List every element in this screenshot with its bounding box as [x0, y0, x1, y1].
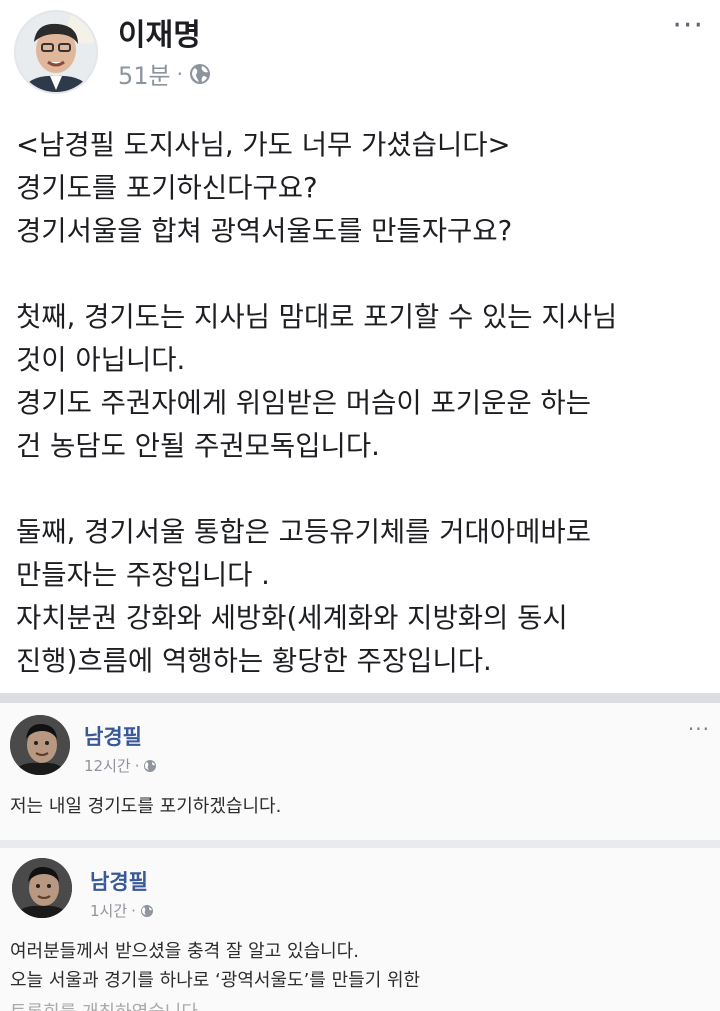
post-line: 경기도 주권자에게 위임받은 머슴이 포기운운 하는	[16, 387, 592, 419]
meta-separator: ·	[176, 61, 183, 86]
shared-author-name[interactable]: 남경필	[84, 721, 142, 751]
shared-post-text: 오늘 서울과 경기를 하나로 ‘광역서울도’를 만들기 위한	[10, 970, 421, 991]
shared-post-1: 남경필 12시간 · ··· 저는 내일 경기도를 포기하겠습니다.	[0, 703, 720, 840]
shared-post-2: 남경필 1시간 · 여러분들께서 받으셨을 충격 잘 알고 있습니다. 오늘 서…	[0, 848, 720, 1011]
post-line: 경기도를 포기하신다구요?	[16, 172, 318, 204]
post-line: 것이 아닙니다.	[16, 344, 186, 376]
more-options-button[interactable]: ···	[672, 8, 704, 43]
post-line: 진행)흐름에 역행하는 황당한 주장입니다.	[16, 645, 492, 677]
post-line: <남경필 도지사님, 가도 너무 가셨습니다>	[16, 129, 511, 161]
shared-author-avatar[interactable]	[10, 715, 70, 775]
globe-icon	[143, 759, 157, 773]
meta-separator: ·	[131, 901, 136, 920]
post-meta: 51분 ·	[118, 56, 211, 91]
shared-author-avatar[interactable]	[12, 858, 72, 918]
post-header: 이재명 51분 · ···	[0, 0, 720, 100]
shared-post-text: 저는 내일 경기도를 포기하겠습니다.	[10, 796, 282, 817]
globe-icon[interactable]	[189, 63, 211, 85]
author-name[interactable]: 이재명	[118, 10, 201, 54]
avatar-image	[16, 12, 96, 92]
section-divider	[0, 693, 720, 703]
shared-more-options-button[interactable]: ···	[688, 717, 710, 741]
meta-separator: ·	[134, 756, 140, 775]
post-line: 첫째, 경기도는 지사님 맘대로 포기할 수 있는 지사님	[16, 301, 618, 333]
shared-post-text: 여러분들께서 받으셨을 충격 잘 알고 있습니다.	[10, 941, 359, 962]
post-line: 둘째, 경기서울 통합은 고등유기체를 거대아메바로	[16, 516, 592, 548]
section-divider	[0, 840, 720, 848]
author-avatar[interactable]	[14, 10, 98, 94]
post-line: 만들자는 주장입니다 .	[16, 559, 270, 591]
post-line: 자치분권 강화와 세방화(세계화와 지방화의 동시	[16, 602, 568, 634]
post-line: 건 농담도 안될 주권모독입니다.	[16, 430, 380, 462]
shared-post-meta: 12시간 ·	[84, 755, 157, 776]
post-time[interactable]: 51분	[118, 56, 171, 91]
shared-post-meta: 1시간 ·	[90, 900, 154, 921]
shared-post-text: 토론회를 개최하였습니다.	[10, 999, 204, 1011]
post-line: 경기서울을 합쳐 광역서울도를 만들자구요?	[16, 215, 513, 247]
shared-post-time[interactable]: 12시간	[84, 755, 131, 776]
shared-author-name[interactable]: 남경필	[90, 866, 148, 896]
avatar-image	[12, 858, 72, 918]
globe-icon	[140, 904, 154, 918]
avatar-image	[10, 715, 70, 775]
shared-post-time[interactable]: 1시간	[90, 900, 127, 921]
post-text: <남경필 도지사님, 가도 너무 가셨습니다> 경기도를 포기하신다구요? 경기…	[16, 124, 716, 683]
